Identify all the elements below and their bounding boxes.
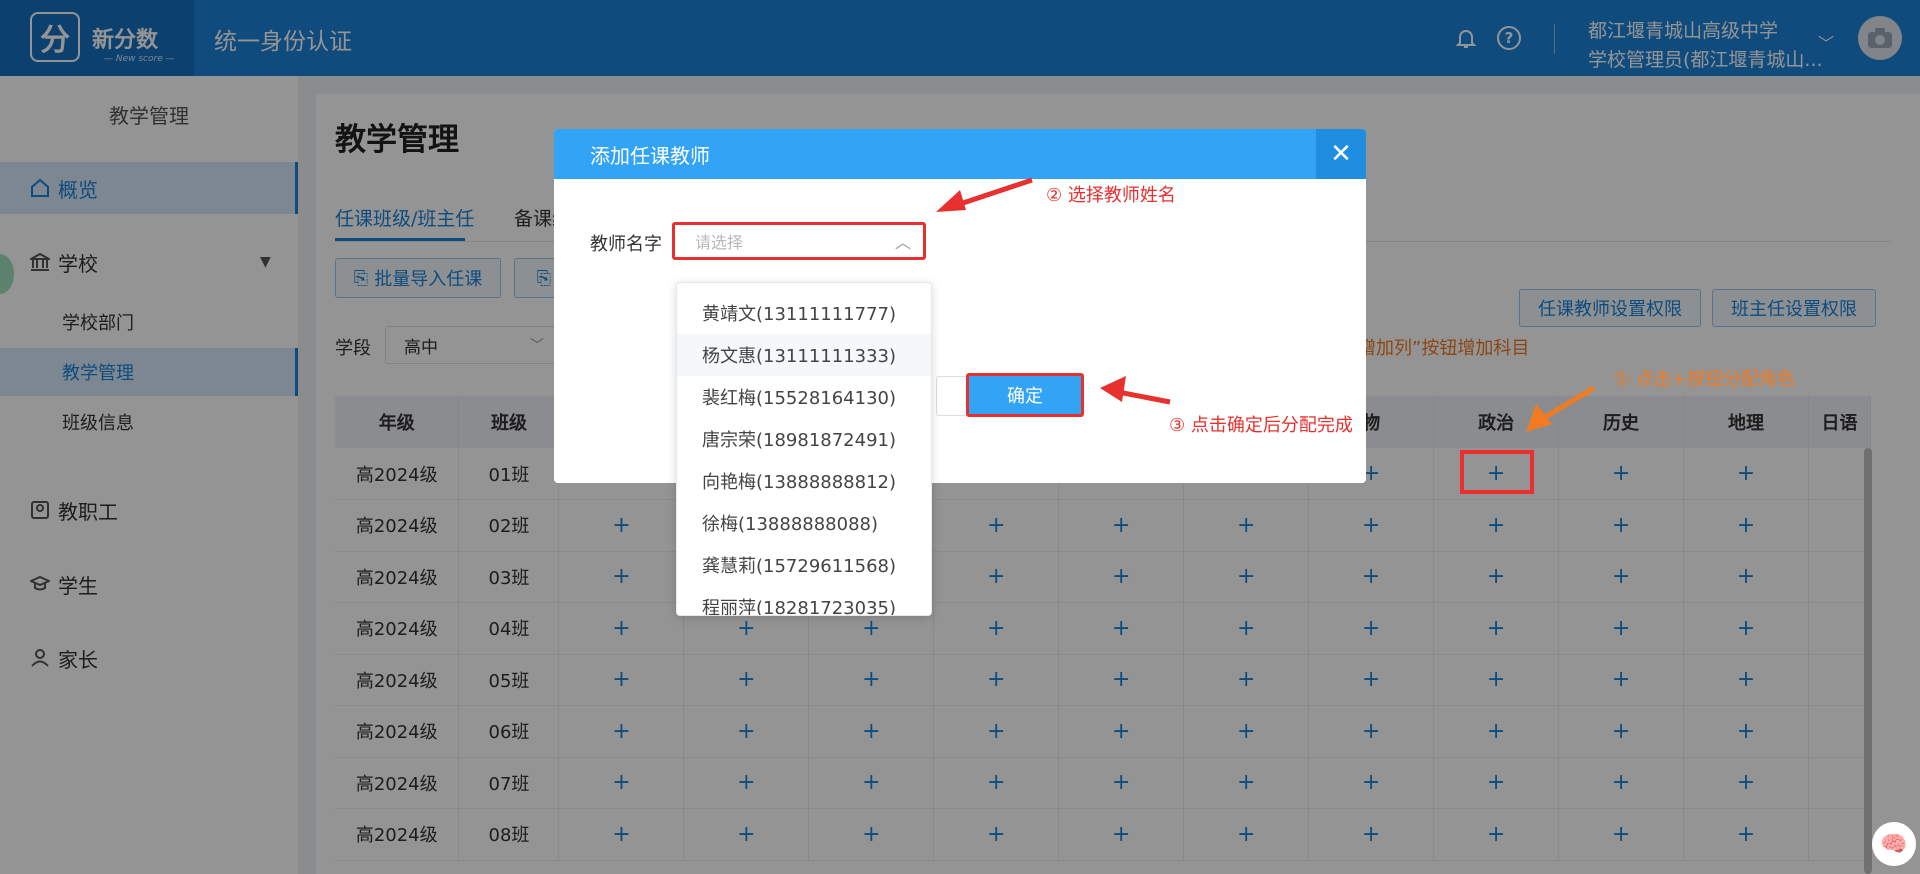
dialog-title: 添加任课教师: [554, 129, 1366, 179]
dropdown-option[interactable]: 黄靖文(13111111777): [677, 292, 931, 334]
teacher-name-label: 教师名字: [590, 234, 662, 255]
confirm-button[interactable]: 确定: [966, 373, 1084, 417]
select-placeholder: 请选择: [695, 233, 744, 252]
dropdown-option[interactable]: 向艳梅(13888888812): [677, 460, 931, 502]
chevron-up-icon: ︿: [894, 233, 911, 252]
assistant-icon[interactable]: 🧠: [1872, 822, 1916, 866]
annotation-step1: ① 点击+按钮分配角色: [1614, 369, 1795, 390]
dropdown-option[interactable]: 龚慧莉(15729611568): [677, 544, 931, 586]
annotation-step3: ③ 点击确定后分配完成: [1169, 415, 1353, 436]
close-icon[interactable]: ✕: [1316, 129, 1366, 179]
dropdown-option[interactable]: 杨文惠(13111111333): [677, 334, 931, 376]
teacher-name-select[interactable]: 请选择 ︿: [672, 222, 926, 260]
dropdown-option[interactable]: 程丽萍(18281723035): [677, 586, 931, 615]
dropdown-option[interactable]: 徐梅(13888888088): [677, 502, 931, 544]
dropdown-option[interactable]: 唐宗荣(18981872491): [677, 418, 931, 460]
dropdown-option[interactable]: 裴红梅(15528164130): [677, 376, 931, 418]
annotation-step2: ② 选择教师姓名: [1046, 185, 1176, 206]
teacher-dropdown: 黄靖文(13111111777) 杨文惠(13111111333) 裴红梅(15…: [676, 282, 932, 616]
highlight-box: [1460, 450, 1534, 494]
